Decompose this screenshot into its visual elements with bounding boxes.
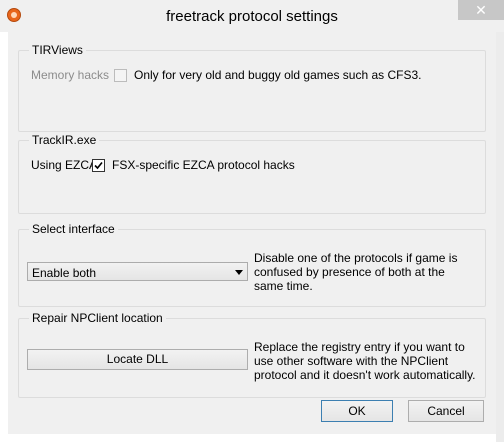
interface-description: Disable one of the protocols if game is …	[254, 251, 458, 293]
trackir-group: TrackIR.exe Using EZCA FSX-specific EZCA…	[18, 133, 486, 214]
tirviews-group-title: TIRViews	[29, 43, 86, 57]
memory-hacks-checkbox[interactable]	[114, 69, 127, 82]
title-bar[interactable]: freetrack protocol settings ✕	[0, 0, 504, 32]
dialog-body: TIRViews Memory hacks Only for very old …	[8, 32, 496, 434]
select-interface-title: Select interface	[29, 222, 118, 236]
interface-dropdown-value: Enable both	[32, 266, 97, 280]
ezca-hacks-label: FSX-specific EZCA protocol hacks	[112, 158, 295, 172]
using-ezca-label: Using EZCA	[31, 158, 98, 172]
select-interface-group: Select interface Enable both Disable one…	[18, 222, 486, 307]
npclient-group-title: Repair NPClient location	[29, 311, 166, 325]
locate-dll-button[interactable]: Locate DLL	[27, 349, 248, 370]
npclient-description: Replace the registry entry if you want t…	[254, 340, 476, 382]
tirviews-group: TIRViews Memory hacks Only for very old …	[18, 43, 486, 132]
close-icon: ✕	[475, 2, 487, 18]
ok-button[interactable]: OK	[321, 400, 393, 422]
check-icon	[94, 161, 103, 170]
interface-dropdown[interactable]: Enable both	[27, 262, 248, 281]
ezca-hacks-checkbox[interactable]	[92, 159, 105, 172]
window-edge	[496, 32, 504, 442]
close-button[interactable]: ✕	[458, 0, 504, 20]
chevron-down-icon	[235, 270, 243, 275]
trackir-group-title: TrackIR.exe	[29, 133, 100, 147]
memory-hacks-description: Only for very old and buggy old games su…	[134, 68, 422, 82]
memory-hacks-label: Memory hacks	[31, 68, 110, 82]
window-title: freetrack protocol settings	[166, 8, 338, 25]
npclient-group: Repair NPClient location Locate DLL Repl…	[18, 311, 486, 398]
cancel-button[interactable]: Cancel	[408, 400, 484, 422]
